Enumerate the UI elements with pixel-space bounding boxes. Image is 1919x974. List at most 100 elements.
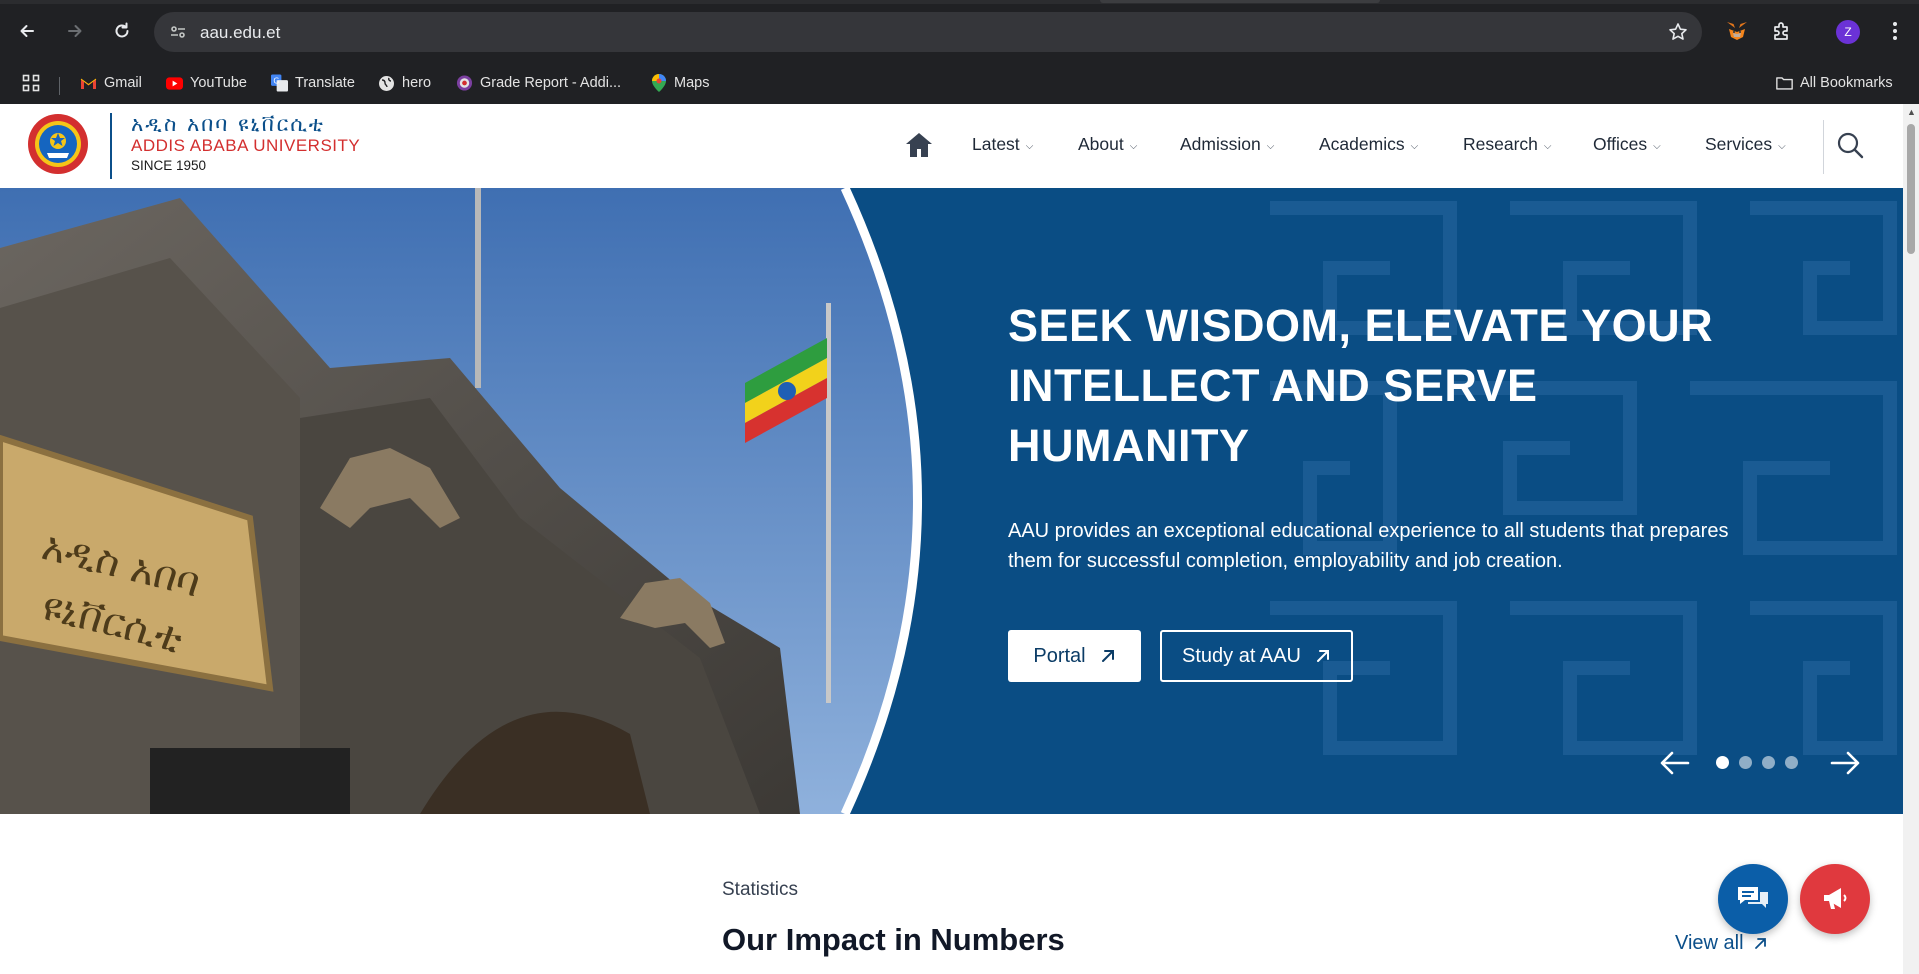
external-arrow-icon xyxy=(1754,938,1766,949)
bookmark-star-icon[interactable] xyxy=(1666,20,1690,44)
bookmark-youtube[interactable]: YouTube xyxy=(166,71,247,95)
decorative-pattern xyxy=(1270,201,1897,755)
view-all-label: View all xyxy=(1675,932,1744,954)
bookmark-label: hero xyxy=(402,75,432,91)
menu-research[interactable]: Research ⌵ xyxy=(1463,134,1552,155)
bookmark-label: Grade Report - Addi... xyxy=(480,75,622,91)
search-icon[interactable] xyxy=(1835,130,1865,160)
carousel-dot[interactable] xyxy=(1785,756,1798,769)
logo-since: SINCE 1950 xyxy=(131,158,207,173)
menu-about[interactable]: About ⌵ xyxy=(1078,134,1137,155)
menu-latest[interactable]: Latest ⌵ xyxy=(972,134,1033,155)
menu-offices[interactable]: Offices ⌵ xyxy=(1593,134,1661,155)
globe-icon xyxy=(378,75,395,92)
menu-label: Offices xyxy=(1593,134,1648,154)
external-arrow-icon xyxy=(1316,650,1329,662)
extensions-puzzle-icon[interactable] xyxy=(1767,16,1797,46)
apps-grid-icon[interactable] xyxy=(22,71,40,95)
announcement-button[interactable] xyxy=(1800,864,1870,934)
chevron-down-icon: ⌵ xyxy=(1266,141,1275,152)
menu-label: Services xyxy=(1705,134,1773,154)
menu-label: Academics xyxy=(1319,134,1405,154)
header-divider xyxy=(1823,120,1824,174)
menu-services[interactable]: Services ⌵ xyxy=(1705,134,1786,155)
scrollbar-thumb[interactable] xyxy=(1907,124,1915,254)
all-bookmarks-label: All Bookmarks xyxy=(1800,75,1893,91)
carousel-dot[interactable] xyxy=(1762,756,1775,769)
maps-icon xyxy=(650,74,667,92)
bookmarks-bar: Gmail YouTube G Translate hero Grade Rep… xyxy=(0,62,1919,104)
chrome-menu-icon[interactable] xyxy=(1880,16,1910,46)
menu-admission[interactable]: Admission ⌵ xyxy=(1180,134,1274,155)
forward-button[interactable] xyxy=(58,14,92,48)
study-button-label: Study at AAU xyxy=(1182,644,1301,667)
bookmark-hero[interactable]: hero xyxy=(378,71,431,95)
portal-button-label: Portal xyxy=(1033,644,1086,667)
back-button[interactable] xyxy=(10,14,44,48)
chevron-down-icon: ⌵ xyxy=(1410,141,1419,152)
menu-label: About xyxy=(1078,134,1124,154)
chevron-down-icon: ⌵ xyxy=(1129,141,1138,152)
forward-arrow-icon xyxy=(68,25,82,37)
scroll-up-icon[interactable]: ▲ xyxy=(1907,108,1916,117)
site-info-icon[interactable] xyxy=(166,20,190,44)
address-bar[interactable]: aau.edu.et xyxy=(154,12,1702,52)
folder-icon xyxy=(1776,75,1793,92)
section-title: Our Impact in Numbers xyxy=(722,922,1065,957)
back-arrow-icon xyxy=(20,25,34,37)
site-header: አዲስ አበባ ዩኒቨርሲቲ ADDIS ABABA UNIVERSITY SI… xyxy=(0,104,1903,188)
translate-icon: G xyxy=(271,74,288,92)
view-all-link[interactable]: View all xyxy=(1675,932,1767,955)
all-bookmarks-folder[interactable]: All Bookmarks xyxy=(1776,71,1893,95)
chevron-down-icon: ⌵ xyxy=(1653,141,1661,152)
logo-english-name[interactable]: ADDIS ABABA UNIVERSITY xyxy=(131,136,360,156)
home-icon[interactable] xyxy=(904,130,934,160)
menu-academics[interactable]: Academics ⌵ xyxy=(1319,134,1418,155)
section-eyebrow: Statistics xyxy=(722,879,799,900)
gmail-icon xyxy=(80,75,97,92)
carousel-next-arrow-icon[interactable] xyxy=(1828,748,1862,778)
carousel-dot[interactable] xyxy=(1739,756,1752,769)
page-scrollbar[interactable]: ▲ xyxy=(1903,104,1919,974)
bookmark-label: Maps xyxy=(674,75,710,91)
carousel-dot[interactable] xyxy=(1716,756,1729,769)
youtube-icon xyxy=(166,75,183,92)
seal-icon xyxy=(456,75,473,92)
logo-amharic-name[interactable]: አዲስ አበባ ዩኒቨርሲቲ xyxy=(131,112,325,137)
bookmarks-separator xyxy=(59,77,60,95)
active-tab-edge[interactable] xyxy=(1100,0,1380,3)
reload-button[interactable] xyxy=(105,14,139,48)
portal-button[interactable]: Portal xyxy=(1008,630,1141,682)
carousel-prev-arrow-icon[interactable] xyxy=(1658,748,1692,778)
menu-label: Latest xyxy=(972,134,1020,154)
logo-divider xyxy=(110,113,112,179)
external-arrow-icon xyxy=(1101,650,1114,662)
university-seal-logo[interactable] xyxy=(27,113,89,175)
chevron-down-icon: ⌵ xyxy=(1543,141,1552,152)
metamask-extension-icon[interactable] xyxy=(1722,16,1752,46)
url-text[interactable]: aau.edu.et xyxy=(200,23,280,43)
bookmark-label: Gmail xyxy=(104,75,142,91)
study-at-aau-button[interactable]: Study at AAU xyxy=(1160,630,1353,682)
chat-button[interactable] xyxy=(1718,864,1788,934)
hero-subtitle: AAU provides an exceptional educational … xyxy=(1008,520,1729,572)
reload-icon xyxy=(115,22,129,38)
bookmark-label: YouTube xyxy=(190,75,247,91)
carousel-dots xyxy=(1716,756,1798,769)
bookmark-translate[interactable]: G Translate xyxy=(271,71,355,95)
bookmark-grade-report[interactable]: Grade Report - Addi... xyxy=(456,71,621,95)
bookmark-label: Translate xyxy=(295,75,355,91)
megaphone-icon xyxy=(1824,888,1847,909)
hero-title: SEEK WISDOM, ELEVATE YOUR INTELLECT AND … xyxy=(1008,300,1714,471)
bookmark-gmail[interactable]: Gmail xyxy=(80,71,142,95)
bookmark-maps[interactable]: Maps xyxy=(650,71,709,95)
browser-toolbar: aau.edu.et Z xyxy=(0,0,1919,62)
menu-label: Admission xyxy=(1180,134,1261,154)
profile-avatar[interactable]: Z xyxy=(1836,20,1860,44)
chevron-down-icon: ⌵ xyxy=(1778,141,1786,152)
chat-bubble-icon xyxy=(1738,887,1768,908)
hero-building-photo: አዲስ አበባ ዩኒቨርሲቲ xyxy=(0,188,922,814)
svg-text:G: G xyxy=(273,76,279,85)
chevron-down-icon: ⌵ xyxy=(1025,141,1034,152)
hero-banner: አዲስ አበባ ዩኒቨርሲቲ SEEK WISDOM, ELEVATE YOUR… xyxy=(0,188,1903,814)
